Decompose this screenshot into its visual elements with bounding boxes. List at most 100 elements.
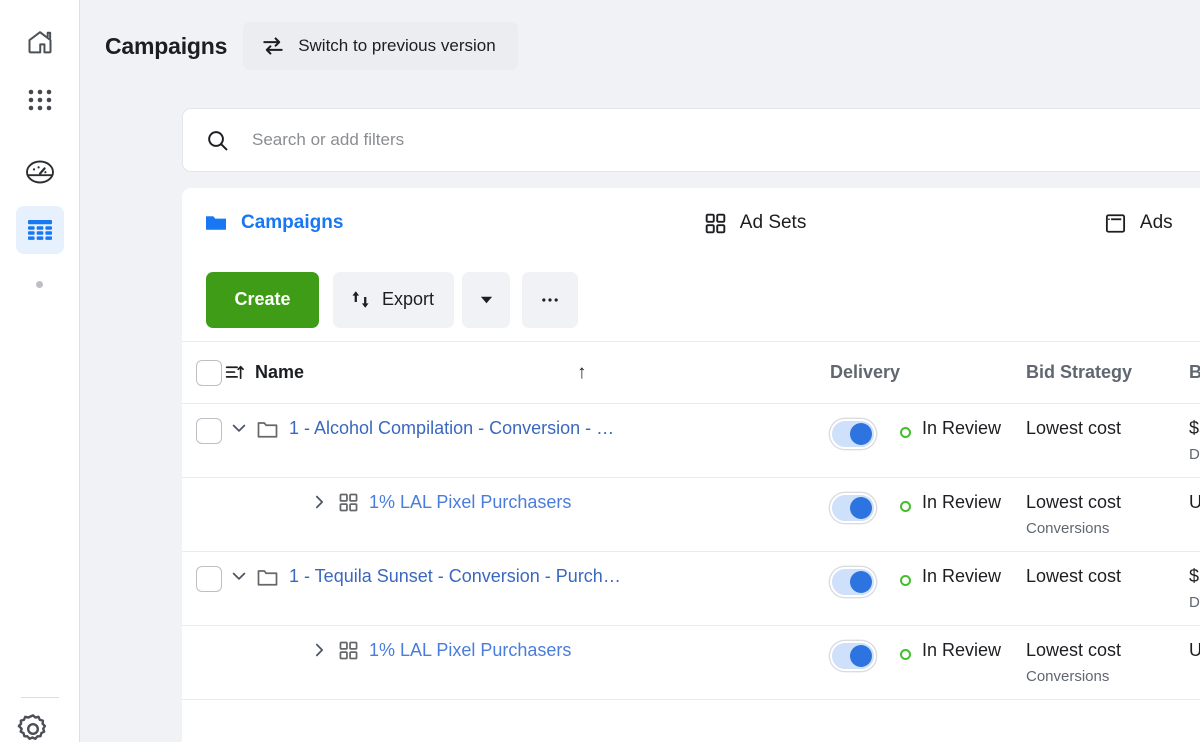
switch-previous-version-label: Switch to previous version (298, 36, 495, 56)
sort-ascending-icon (224, 362, 245, 383)
export-button-label: Export (382, 289, 434, 310)
delivery-status-label: In Review (922, 492, 1001, 513)
table-row[interactable]: 1 - Tequila Sunset - Conversion - Purch…… (182, 552, 1200, 626)
sidebar-item-all-tools[interactable] (16, 76, 64, 124)
row-bid-strategy-cell: Lowest cost (1026, 418, 1189, 439)
table-row[interactable]: 1% LAL Pixel Purchasers In Review Lowest… (182, 626, 1200, 700)
budget-schedule: Daily (1189, 594, 1200, 611)
delivery-status-label: In Review (922, 418, 1001, 439)
header-cell-bid-strategy[interactable]: Bid Strategy (1026, 362, 1189, 383)
create-button[interactable]: Create (206, 272, 319, 328)
row-delivery-cell: In Review (830, 492, 1026, 523)
table-header-row: Name ↑ Delivery Bid Strategy Budget (182, 342, 1200, 404)
chevron-right-icon[interactable] (304, 640, 334, 660)
left-nav-rail (0, 0, 80, 742)
caret-down-icon (479, 292, 494, 307)
tab-ad-sets-label: Ad Sets (740, 212, 807, 234)
select-all-cell (182, 360, 224, 386)
sidebar-item-settings[interactable] (16, 712, 50, 742)
main-content: Campaigns Switch to previous version Sea… (80, 0, 1200, 742)
table-row[interactable]: 1 - Alcohol Compilation - Conversion - …… (182, 404, 1200, 478)
budget-value: $50.00 (1189, 566, 1200, 587)
export-dropdown-button[interactable] (462, 272, 510, 328)
bid-strategy-sub: Conversions (1026, 668, 1189, 685)
row-delivery-cell: In Review (830, 418, 1026, 449)
budget-schedule: Daily (1189, 446, 1200, 463)
select-all-checkbox[interactable] (196, 360, 222, 386)
row-delivery-cell: In Review (830, 640, 1026, 671)
switch-previous-version-button[interactable]: Switch to previous version (243, 22, 517, 70)
folder-filled-icon (204, 211, 228, 235)
row-status-toggle[interactable] (830, 567, 876, 597)
folder-outline-icon (256, 418, 279, 441)
row-name-cell: 1 - Tequila Sunset - Conversion - Purch… (224, 566, 830, 589)
row-status-toggle[interactable] (830, 493, 876, 523)
budget-value: Using cam… (1189, 492, 1200, 513)
chevron-down-icon[interactable] (224, 418, 254, 438)
grid-four-squares-icon (338, 640, 359, 661)
rail-collapsed-indicator[interactable] (16, 264, 64, 304)
header-cell-delivery[interactable]: Delivery (830, 362, 1026, 383)
row-checkbox[interactable] (196, 418, 222, 444)
header-cell-name[interactable]: Name ↑ (224, 362, 830, 384)
row-status-toggle[interactable] (830, 641, 876, 671)
status-dot-icon (900, 575, 911, 586)
row-select-cell (182, 418, 224, 444)
sidebar-item-home[interactable] (16, 18, 64, 66)
chevron-down-icon[interactable] (224, 566, 254, 586)
ads-manager-app: Campaigns Switch to previous version Sea… (0, 0, 1200, 742)
table-toolbar: Create Export (182, 258, 1200, 342)
page-title: Campaigns (105, 33, 227, 60)
folder-outline-icon (256, 566, 279, 589)
gear-icon (16, 712, 50, 742)
entity-tabs: Campaigns Ad Sets (182, 188, 1200, 258)
tab-campaigns-label: Campaigns (241, 212, 343, 234)
row-budget-cell: $50.00 Daily (1189, 418, 1200, 463)
search-input[interactable]: Search or add filters (252, 130, 404, 150)
window-frame-icon (1104, 212, 1127, 235)
row-bid-strategy-cell: Lowest cost Conversions (1026, 640, 1189, 685)
row-name-cell: 1 - Alcohol Compilation - Conversion - … (224, 418, 830, 441)
chevron-right-icon[interactable] (304, 492, 334, 512)
budget-value: $50.00 (1189, 418, 1200, 439)
header-cell-budget[interactable]: Budget (1189, 362, 1200, 383)
toggle-knob (850, 423, 872, 445)
status-dot-icon (900, 427, 911, 438)
tab-ad-sets[interactable]: Ad Sets (626, 188, 1074, 258)
bid-strategy-value: Lowest cost (1026, 418, 1189, 439)
table-row[interactable]: 1% LAL Pixel Purchasers In Review Lowest… (182, 478, 1200, 552)
search-bar[interactable]: Search or add filters (182, 108, 1200, 172)
bid-strategy-value: Lowest cost (1026, 640, 1189, 661)
sidebar-item-dashboard[interactable] (16, 148, 64, 196)
row-budget-cell: $50.00 Daily (1189, 566, 1200, 611)
header-label-delivery: Delivery (830, 362, 900, 383)
row-status-toggle[interactable] (830, 419, 876, 449)
more-options-button[interactable] (522, 272, 578, 328)
status-dot-icon (900, 649, 911, 660)
bid-strategy-value: Lowest cost (1026, 566, 1189, 587)
header-label-bid-strategy: Bid Strategy (1026, 362, 1132, 382)
campaign-name-link[interactable]: 1 - Tequila Sunset - Conversion - Purch… (289, 566, 621, 587)
campaigns-table: Name ↑ Delivery Bid Strategy Budget (182, 342, 1200, 700)
row-checkbox[interactable] (196, 566, 222, 592)
bid-strategy-sub: Conversions (1026, 520, 1189, 537)
sidebar-item-ads-manager-table[interactable] (16, 206, 64, 254)
tab-campaigns[interactable]: Campaigns (182, 188, 644, 258)
delivery-status-label: In Review (922, 566, 1001, 587)
bid-strategy-value: Lowest cost (1026, 492, 1189, 513)
page-header: Campaigns Switch to previous version (80, 0, 1200, 92)
toggle-knob (850, 571, 872, 593)
campaigns-panel: Create Export (182, 258, 1200, 742)
row-budget-cell: Using cam… (1189, 640, 1200, 661)
row-bid-strategy-cell: Lowest cost Conversions (1026, 492, 1189, 537)
ellipsis-icon (540, 290, 560, 310)
export-button[interactable]: Export (333, 272, 454, 328)
status-dot-icon (900, 501, 911, 512)
adset-name-link[interactable]: 1% LAL Pixel Purchasers (369, 492, 571, 513)
tab-ads-label: Ads (1140, 212, 1173, 234)
campaign-name-link[interactable]: 1 - Alcohol Compilation - Conversion - … (289, 418, 614, 439)
adset-name-link[interactable]: 1% LAL Pixel Purchasers (369, 640, 571, 661)
speedometer-icon (24, 156, 56, 188)
row-budget-cell: Using cam… (1189, 492, 1200, 513)
sort-direction-arrow[interactable]: ↑ (577, 362, 587, 384)
